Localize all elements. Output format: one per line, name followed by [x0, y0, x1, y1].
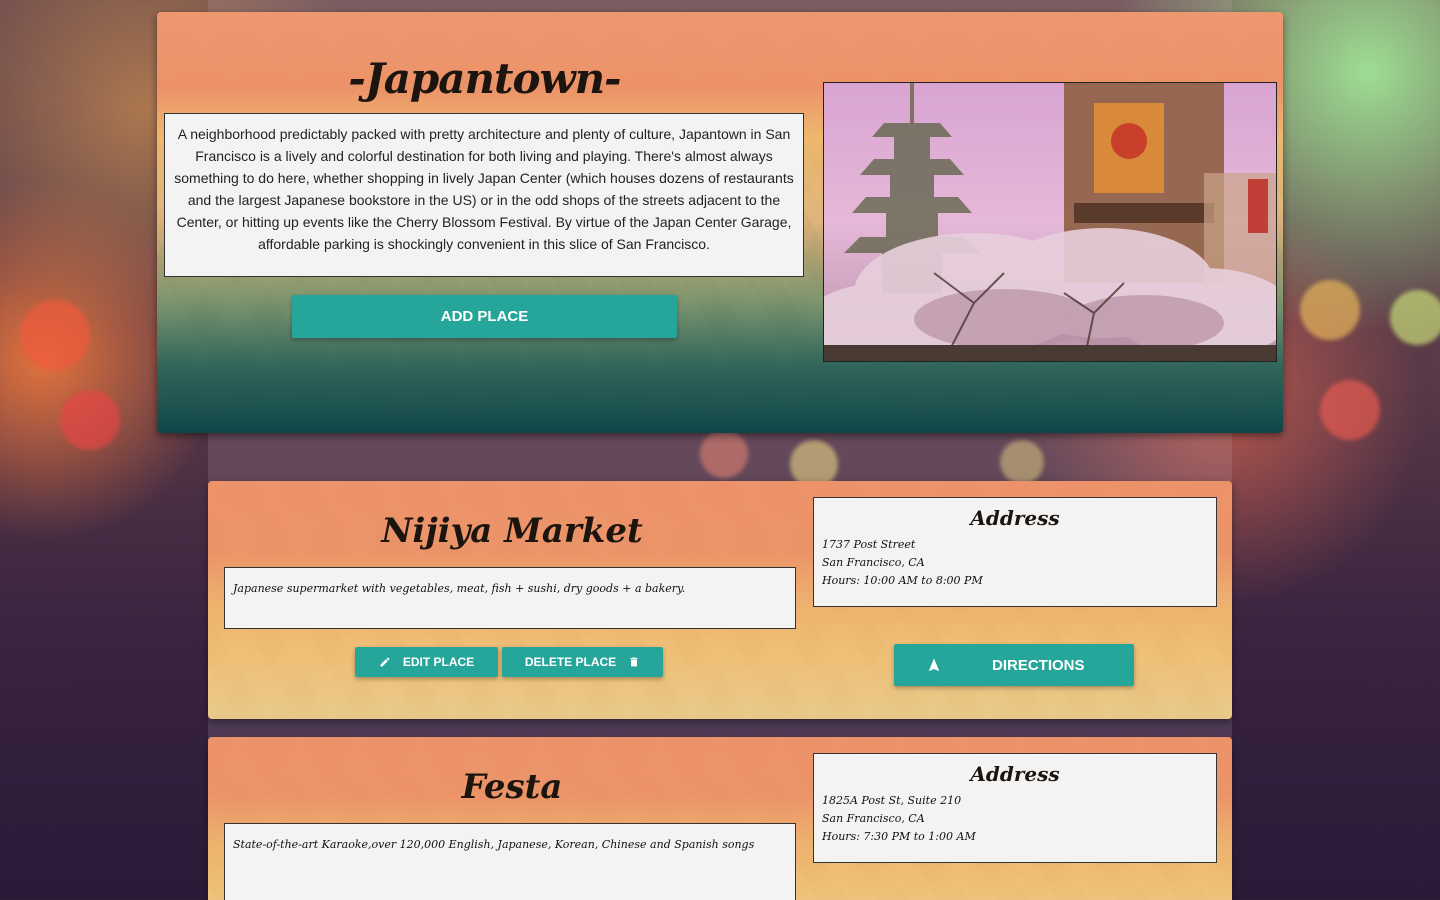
place-card: Festa State-of-the-art Karaoke,over 120,…: [208, 737, 1232, 900]
pencil-icon: [380, 657, 390, 667]
trash-icon: [630, 657, 638, 667]
edit-place-label: EDIT PLACE: [402, 655, 475, 669]
place-description: State-of-the-art Karaoke,over 120,000 En…: [224, 823, 796, 900]
address-street: 1825A Post St, Suite 210: [822, 794, 962, 807]
address-city: San Francisco, CA: [822, 812, 925, 825]
address-heading: Address: [970, 506, 1060, 530]
bokeh-light: [1320, 380, 1380, 440]
bokeh-light: [60, 390, 120, 450]
place-name: Nijiya Market: [381, 511, 643, 551]
directions-button[interactable]: DIRECTIONS: [894, 644, 1134, 686]
place-description: Japanese supermarket with vegetables, me…: [224, 567, 796, 629]
add-place-button[interactable]: ADD PLACE: [292, 295, 677, 338]
address-panel: Address 1737 Post Street San Francisco, …: [813, 497, 1217, 607]
delete-place-label: DELETE PLACE: [524, 655, 617, 669]
bokeh-light: [1390, 290, 1440, 345]
place-card: Nijiya Market Japanese supermarket with …: [208, 481, 1232, 719]
pagoda-photo: [824, 83, 1276, 361]
address-heading: Address: [970, 762, 1060, 786]
japantown-photo: [823, 82, 1277, 362]
navigation-icon: [929, 658, 939, 671]
delete-place-button[interactable]: DELETE PLACE: [502, 647, 663, 677]
address-hours: Hours: 7:30 PM to 1:00 AM: [822, 830, 976, 843]
neighborhood-description: A neighborhood predictably packed with p…: [164, 113, 804, 277]
bokeh-light: [1300, 280, 1360, 340]
place-name: Festa: [461, 767, 563, 807]
address-panel: Address 1825A Post St, Suite 210 San Fra…: [813, 753, 1217, 863]
neighborhood-title: -Japantown-: [348, 54, 621, 103]
neighborhood-hero-card: -Japantown- A neighborhood predictably p…: [157, 12, 1283, 433]
address-street: 1737 Post Street: [822, 538, 916, 551]
address-city: San Francisco, CA: [822, 556, 925, 569]
directions-label: DIRECTIONS: [992, 656, 1085, 674]
address-hours: Hours: 10:00 AM to 8:00 PM: [822, 574, 983, 587]
edit-place-button[interactable]: EDIT PLACE: [355, 647, 498, 677]
bokeh-light: [20, 300, 90, 370]
